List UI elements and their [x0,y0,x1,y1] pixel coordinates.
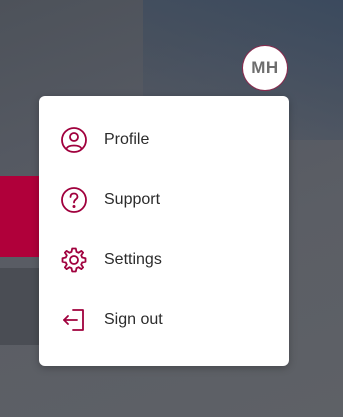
menu-item-label: Sign out [104,311,163,328]
user-menu: Profile Support Settings Sign out [39,96,289,366]
menu-item-label: Support [104,191,161,208]
profile-icon [59,125,89,155]
menu-item-sign-out[interactable]: Sign out [39,290,289,350]
gear-icon [59,245,89,275]
menu-item-label: Profile [104,131,150,148]
menu-item-label: Settings [104,251,162,268]
menu-item-settings[interactable]: Settings [39,230,289,290]
avatar-initials: MH [251,58,279,77]
help-icon [59,185,89,215]
menu-item-profile[interactable]: Profile [39,110,289,170]
user-avatar-button[interactable]: MH [243,46,287,90]
menu-item-support[interactable]: Support [39,170,289,230]
sign-out-icon [59,305,89,335]
